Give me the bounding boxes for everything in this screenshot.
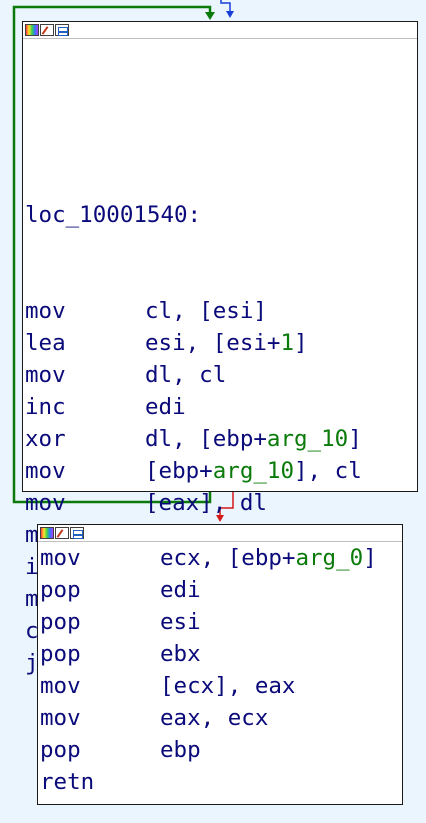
basic-block-epilogue[interactable]: mov ecx, [ebp+arg_0] pop edi pop esi pop ebx mov… [37,524,403,805]
instruction-line[interactable]: inc edi [25,391,417,423]
mnemonic[interactable]: lea [25,327,145,359]
operand-text: dl, [ebp+ [145,426,267,452]
mnemonic[interactable]: retn [40,766,160,798]
mnemonic[interactable]: mov [25,295,145,327]
instruction-line[interactable]: mov eax, ecx [40,702,402,734]
mnemonic[interactable]: xor [25,423,145,455]
graph-overview-icon[interactable] [70,527,84,539]
operands[interactable]: ecx, [ebp+arg_0] [160,545,377,571]
instruction-line[interactable]: pop esi [40,606,402,638]
graph-overview-icon[interactable] [55,24,69,36]
instruction-line[interactable]: retn [40,766,402,798]
operand-text: ecx, [ebp+ [160,545,296,571]
operands[interactable]: edi [145,394,186,420]
mnemonic[interactable]: mov [25,455,145,487]
operand-text: esi [160,609,201,635]
operand-text: [ebp+ [145,458,213,484]
mnemonic[interactable]: mov [25,359,145,391]
instruction-line[interactable]: mov [ebp+arg_10], cl [25,455,417,487]
instruction-line[interactable]: mov [eax], dl [25,487,417,519]
incoming-arrowhead [226,11,234,18]
operands[interactable]: esi, [esi+1] [145,330,308,356]
stack-arg-operand[interactable]: arg_10 [267,426,348,452]
operand-text: ] [294,330,308,356]
operands[interactable]: ebp [160,737,201,763]
operand-text: cl, [esi] [145,298,267,324]
operand-text: [ecx], eax [160,673,296,699]
mnemonic[interactable]: pop [40,734,160,766]
location-label[interactable]: loc_10001540: [25,199,417,231]
operands[interactable]: edi [160,577,201,603]
instruction-line[interactable]: mov cl, [esi] [25,295,417,327]
mnemonic[interactable]: mov [40,702,160,734]
stack-arg-operand[interactable]: 1 [280,330,294,356]
operand-text: ebx [160,641,201,667]
rename-edit-icon[interactable] [40,24,54,36]
mnemonic[interactable]: mov [25,487,145,519]
operand-text: dl, cl [145,362,227,388]
operands[interactable]: dl, cl [145,362,226,388]
operands[interactable]: esi [160,609,201,635]
instruction-line[interactable]: lea esi, [esi+1] [25,327,417,359]
block-code: mov ecx, [ebp+arg_0] pop edi pop esi pop ebx mov… [38,542,402,798]
mnemonic[interactable]: pop [40,638,160,670]
instruction-line[interactable]: pop ebp [40,734,402,766]
operand-text: ] [363,545,377,571]
loop-back-arrowhead [205,12,215,20]
instruction-line[interactable]: pop ebx [40,638,402,670]
color-palette-icon[interactable] [40,527,54,539]
operands[interactable]: [eax], dl [145,490,267,516]
operand-text: ebp [160,737,201,763]
instruction-line[interactable]: mov ecx, [ebp+arg_0] [40,542,402,574]
operands[interactable]: dl, [ebp+arg_10] [145,426,362,452]
mnemonic[interactable]: pop [40,606,160,638]
block-header [23,22,417,39]
instruction-line[interactable]: mov dl, cl [25,359,417,391]
mnemonic[interactable]: mov [40,542,160,574]
mnemonic[interactable]: mov [40,670,160,702]
instruction-line[interactable]: mov [ecx], eax [40,670,402,702]
operand-text: edi [160,577,201,603]
instruction-line[interactable]: pop edi [40,574,402,606]
operand-text: eax, ecx [160,705,269,731]
rename-edit-icon[interactable] [55,527,69,539]
operands[interactable]: [ecx], eax [160,673,295,699]
operands[interactable]: cl, [esi] [145,298,267,324]
operands[interactable]: eax, ecx [160,705,268,731]
graph-view-canvas[interactable]: loc_10001540: mov cl, [esi] lea esi, [esi+1… [0,0,426,823]
operands[interactable]: [ebp+arg_10], cl [145,458,362,484]
operand-text: esi, [esi+ [145,330,281,356]
operand-text: ], cl [294,458,362,484]
color-palette-icon[interactable] [25,24,39,36]
operand-text: [eax], dl [145,490,267,516]
stack-arg-operand[interactable]: arg_10 [213,458,294,484]
mnemonic[interactable]: inc [25,391,145,423]
operand-text: edi [145,394,186,420]
basic-block-loop[interactable]: loc_10001540: mov cl, [esi] lea esi, [esi+1… [22,21,418,676]
incoming-edge[interactable] [220,0,231,12]
block-header [38,525,402,542]
operand-text: ] [348,426,362,452]
mnemonic[interactable]: pop [40,574,160,606]
operands[interactable]: ebx [160,641,201,667]
instruction-line[interactable]: xor dl, [ebp+arg_10] [25,423,417,455]
stack-arg-operand[interactable]: arg_0 [295,545,363,571]
